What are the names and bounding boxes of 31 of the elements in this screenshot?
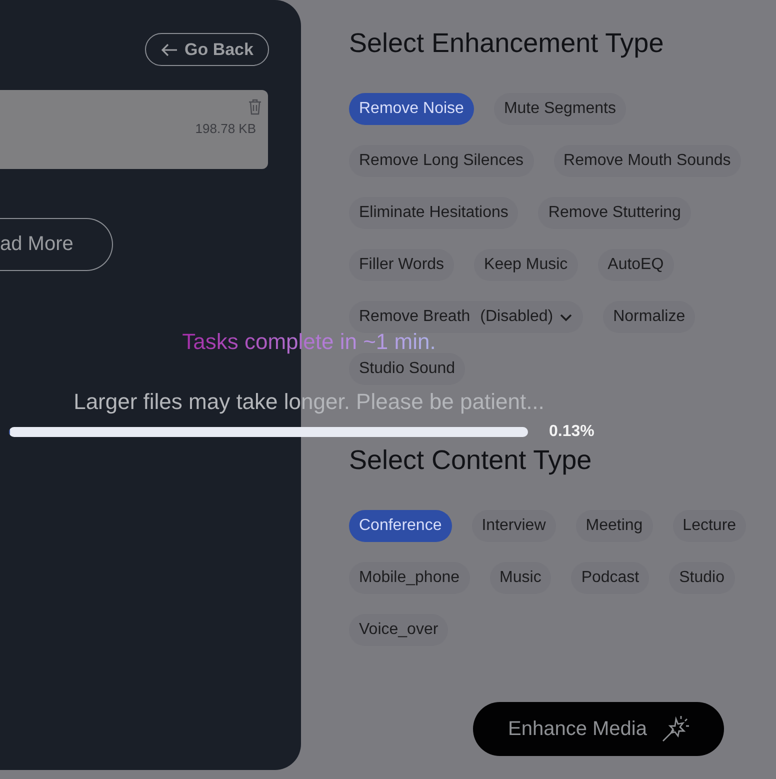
option-chip[interactable]: Meeting [576, 510, 653, 542]
option-chip[interactable]: Mobile_phone [349, 562, 470, 594]
trash-icon[interactable] [248, 99, 262, 115]
option-chip[interactable]: Mute Segments [494, 93, 626, 125]
load-more-button[interactable]: ad More [0, 218, 113, 271]
enhance-media-button[interactable]: Enhance Media [473, 702, 724, 756]
option-chip[interactable]: Lecture [672, 510, 746, 542]
option-chip[interactable]: Studio Sound [349, 353, 466, 385]
file-size: 198.78 KB [195, 121, 256, 136]
option-chip[interactable]: Podcast [571, 562, 650, 594]
option-chip[interactable]: Remove Mouth Sounds [554, 145, 741, 177]
option-chip[interactable]: Studio [669, 562, 734, 594]
section-heading: Select Enhancement Type [349, 28, 665, 59]
option-chip[interactable]: AutoEQ [598, 249, 674, 281]
section-heading: Select Content Type [349, 445, 593, 476]
option-chip[interactable]: Keep Music [474, 249, 578, 281]
option-chip[interactable]: Music [490, 562, 552, 594]
option-chip[interactable]: Normalize [603, 301, 696, 333]
progress-percent: 0.13% [549, 423, 594, 441]
option-chip[interactable]: Voice_over [349, 614, 448, 646]
option-chip[interactable]: Remove Stuttering [538, 197, 691, 229]
arrow-left-icon [160, 42, 178, 56]
magic-wand-icon [660, 715, 689, 743]
dropdown-chip[interactable]: Remove Breath (Disabled) [349, 301, 584, 333]
option-chip[interactable]: Remove Long Silences [349, 145, 534, 177]
option-chip[interactable]: Remove Noise [349, 93, 474, 125]
back-button[interactable]: Go Back [145, 33, 269, 66]
option-chip[interactable]: Eliminate Hesitations [349, 197, 518, 229]
option-chip[interactable]: Conference [349, 510, 452, 542]
option-chip[interactable]: Interview [472, 510, 556, 542]
option-chip[interactable]: Filler Words [349, 249, 454, 281]
